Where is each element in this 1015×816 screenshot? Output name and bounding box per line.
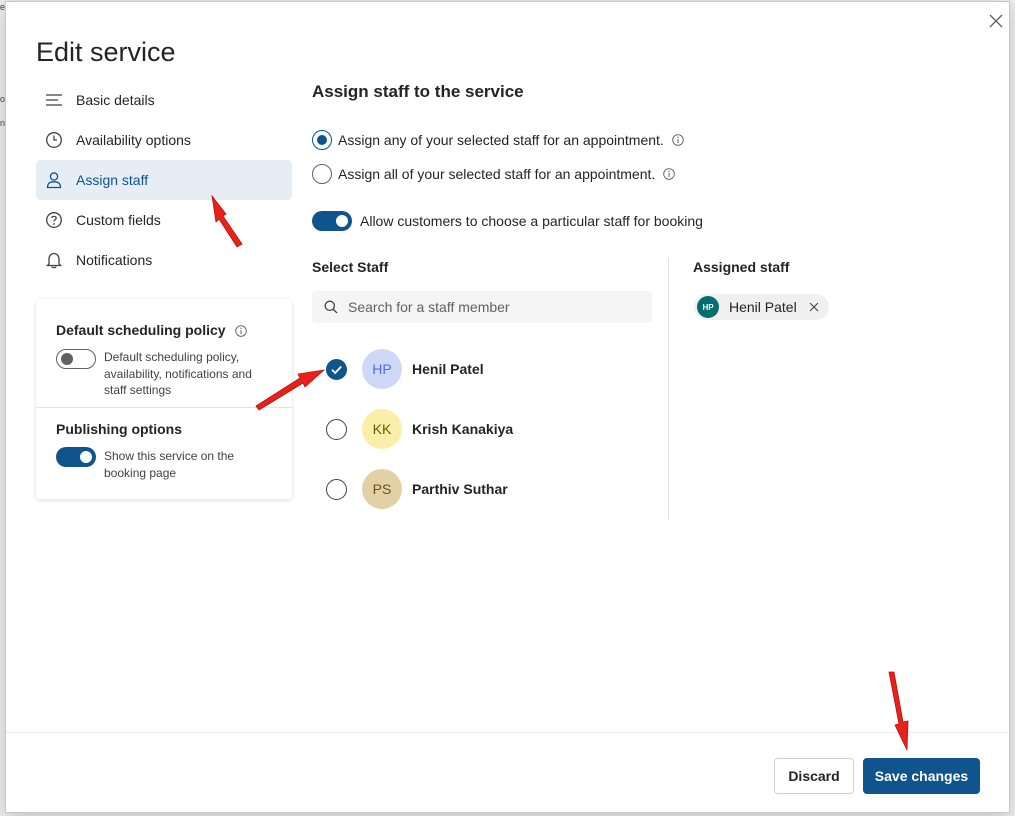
nav-item-label: Assign staff xyxy=(76,172,149,188)
toggle-knob xyxy=(336,215,348,227)
edit-service-dialog: Edit service Basic details Availability … xyxy=(5,1,1010,813)
avatar: PS xyxy=(362,469,402,509)
staff-name: Krish Kanakiya xyxy=(412,421,514,437)
allow-customers-toggle-row[interactable]: Allow customers to choose a particular s… xyxy=(312,211,703,231)
annotation-arrow-icon xyxy=(211,194,243,248)
bell-icon xyxy=(45,252,63,269)
default-policy-heading: Default scheduling policy xyxy=(56,322,248,338)
allow-customers-toggle[interactable] xyxy=(312,211,352,231)
search-icon xyxy=(324,300,338,314)
radio-option-any[interactable]: Assign any of your selected staff for an… xyxy=(312,130,684,150)
nav-item-notifications[interactable]: Notifications xyxy=(36,240,292,280)
toggle-knob xyxy=(61,353,73,365)
nav-item-availability-options[interactable]: Availability options xyxy=(36,120,292,160)
remove-icon[interactable] xyxy=(809,302,819,312)
nav-item-label: Custom fields xyxy=(76,212,161,228)
info-icon[interactable] xyxy=(663,168,676,180)
publishing-options-heading: Publishing options xyxy=(56,421,182,437)
radio-option-all[interactable]: Assign all of your selected staff for an… xyxy=(312,164,676,184)
nav-item-label: Availability options xyxy=(76,132,191,148)
radio-label: Assign any of your selected staff for an… xyxy=(338,132,664,148)
toggle-knob xyxy=(80,451,92,463)
assigned-staff-chip: HP Henil Patel xyxy=(694,294,829,320)
staff-name: Henil Patel xyxy=(412,361,484,377)
allow-customers-label: Allow customers to choose a particular s… xyxy=(360,213,703,229)
staff-search-input[interactable] xyxy=(348,299,648,315)
radio-button[interactable] xyxy=(312,164,332,184)
staff-row-krish-kanakiya[interactable]: KK Krish Kanakiya xyxy=(326,404,646,454)
staff-checkbox[interactable] xyxy=(326,478,347,500)
chip-name: Henil Patel xyxy=(729,299,797,315)
clock-icon xyxy=(46,132,62,148)
assigned-staff-heading: Assigned staff xyxy=(693,259,790,275)
nav-item-label: Basic details xyxy=(76,92,155,108)
annotation-arrow-icon xyxy=(255,369,326,411)
question-circle-icon xyxy=(46,212,62,228)
column-divider xyxy=(668,258,669,520)
default-policy-toggle[interactable] xyxy=(56,349,96,369)
nav-item-assign-staff[interactable]: Assign staff xyxy=(36,160,292,200)
info-icon[interactable] xyxy=(672,134,684,146)
default-policy-heading-text: Default scheduling policy xyxy=(56,322,226,338)
avatar: HP xyxy=(697,296,719,318)
nav-item-custom-fields[interactable]: Custom fields xyxy=(36,200,292,240)
section-title: Assign staff to the service xyxy=(312,82,524,101)
staff-name: Parthiv Suthar xyxy=(412,481,508,497)
staff-row-parthiv-suthar[interactable]: PS Parthiv Suthar xyxy=(326,464,646,514)
lines-icon xyxy=(46,94,62,106)
close-icon[interactable] xyxy=(987,12,1005,30)
save-changes-button[interactable]: Save changes xyxy=(863,758,980,794)
staff-row-henil-patel[interactable]: HP Henil Patel xyxy=(326,344,646,394)
publishing-toggle[interactable] xyxy=(56,447,96,467)
discard-button[interactable]: Discard xyxy=(774,758,854,794)
staff-checkbox[interactable] xyxy=(326,358,347,380)
default-policy-description: Default scheduling policy, availability,… xyxy=(104,350,252,397)
staff-search-box[interactable] xyxy=(312,291,652,323)
radio-button[interactable] xyxy=(312,130,332,150)
info-icon[interactable] xyxy=(235,325,248,338)
footer-divider xyxy=(6,732,1009,733)
avatar: KK xyxy=(362,409,402,449)
publishing-description: Show this service on the booking page xyxy=(104,449,235,480)
select-staff-heading: Select Staff xyxy=(312,259,389,275)
staff-checkbox[interactable] xyxy=(326,418,347,440)
person-icon xyxy=(46,172,62,189)
radio-label: Assign all of your selected staff for an… xyxy=(338,166,656,182)
nav-item-label: Notifications xyxy=(76,252,153,268)
dialog-title: Edit service xyxy=(36,37,176,67)
nav-item-basic-details[interactable]: Basic details xyxy=(36,80,292,120)
checkmark-icon xyxy=(331,365,342,374)
annotation-arrow-icon xyxy=(888,671,909,751)
avatar: HP xyxy=(362,349,402,389)
